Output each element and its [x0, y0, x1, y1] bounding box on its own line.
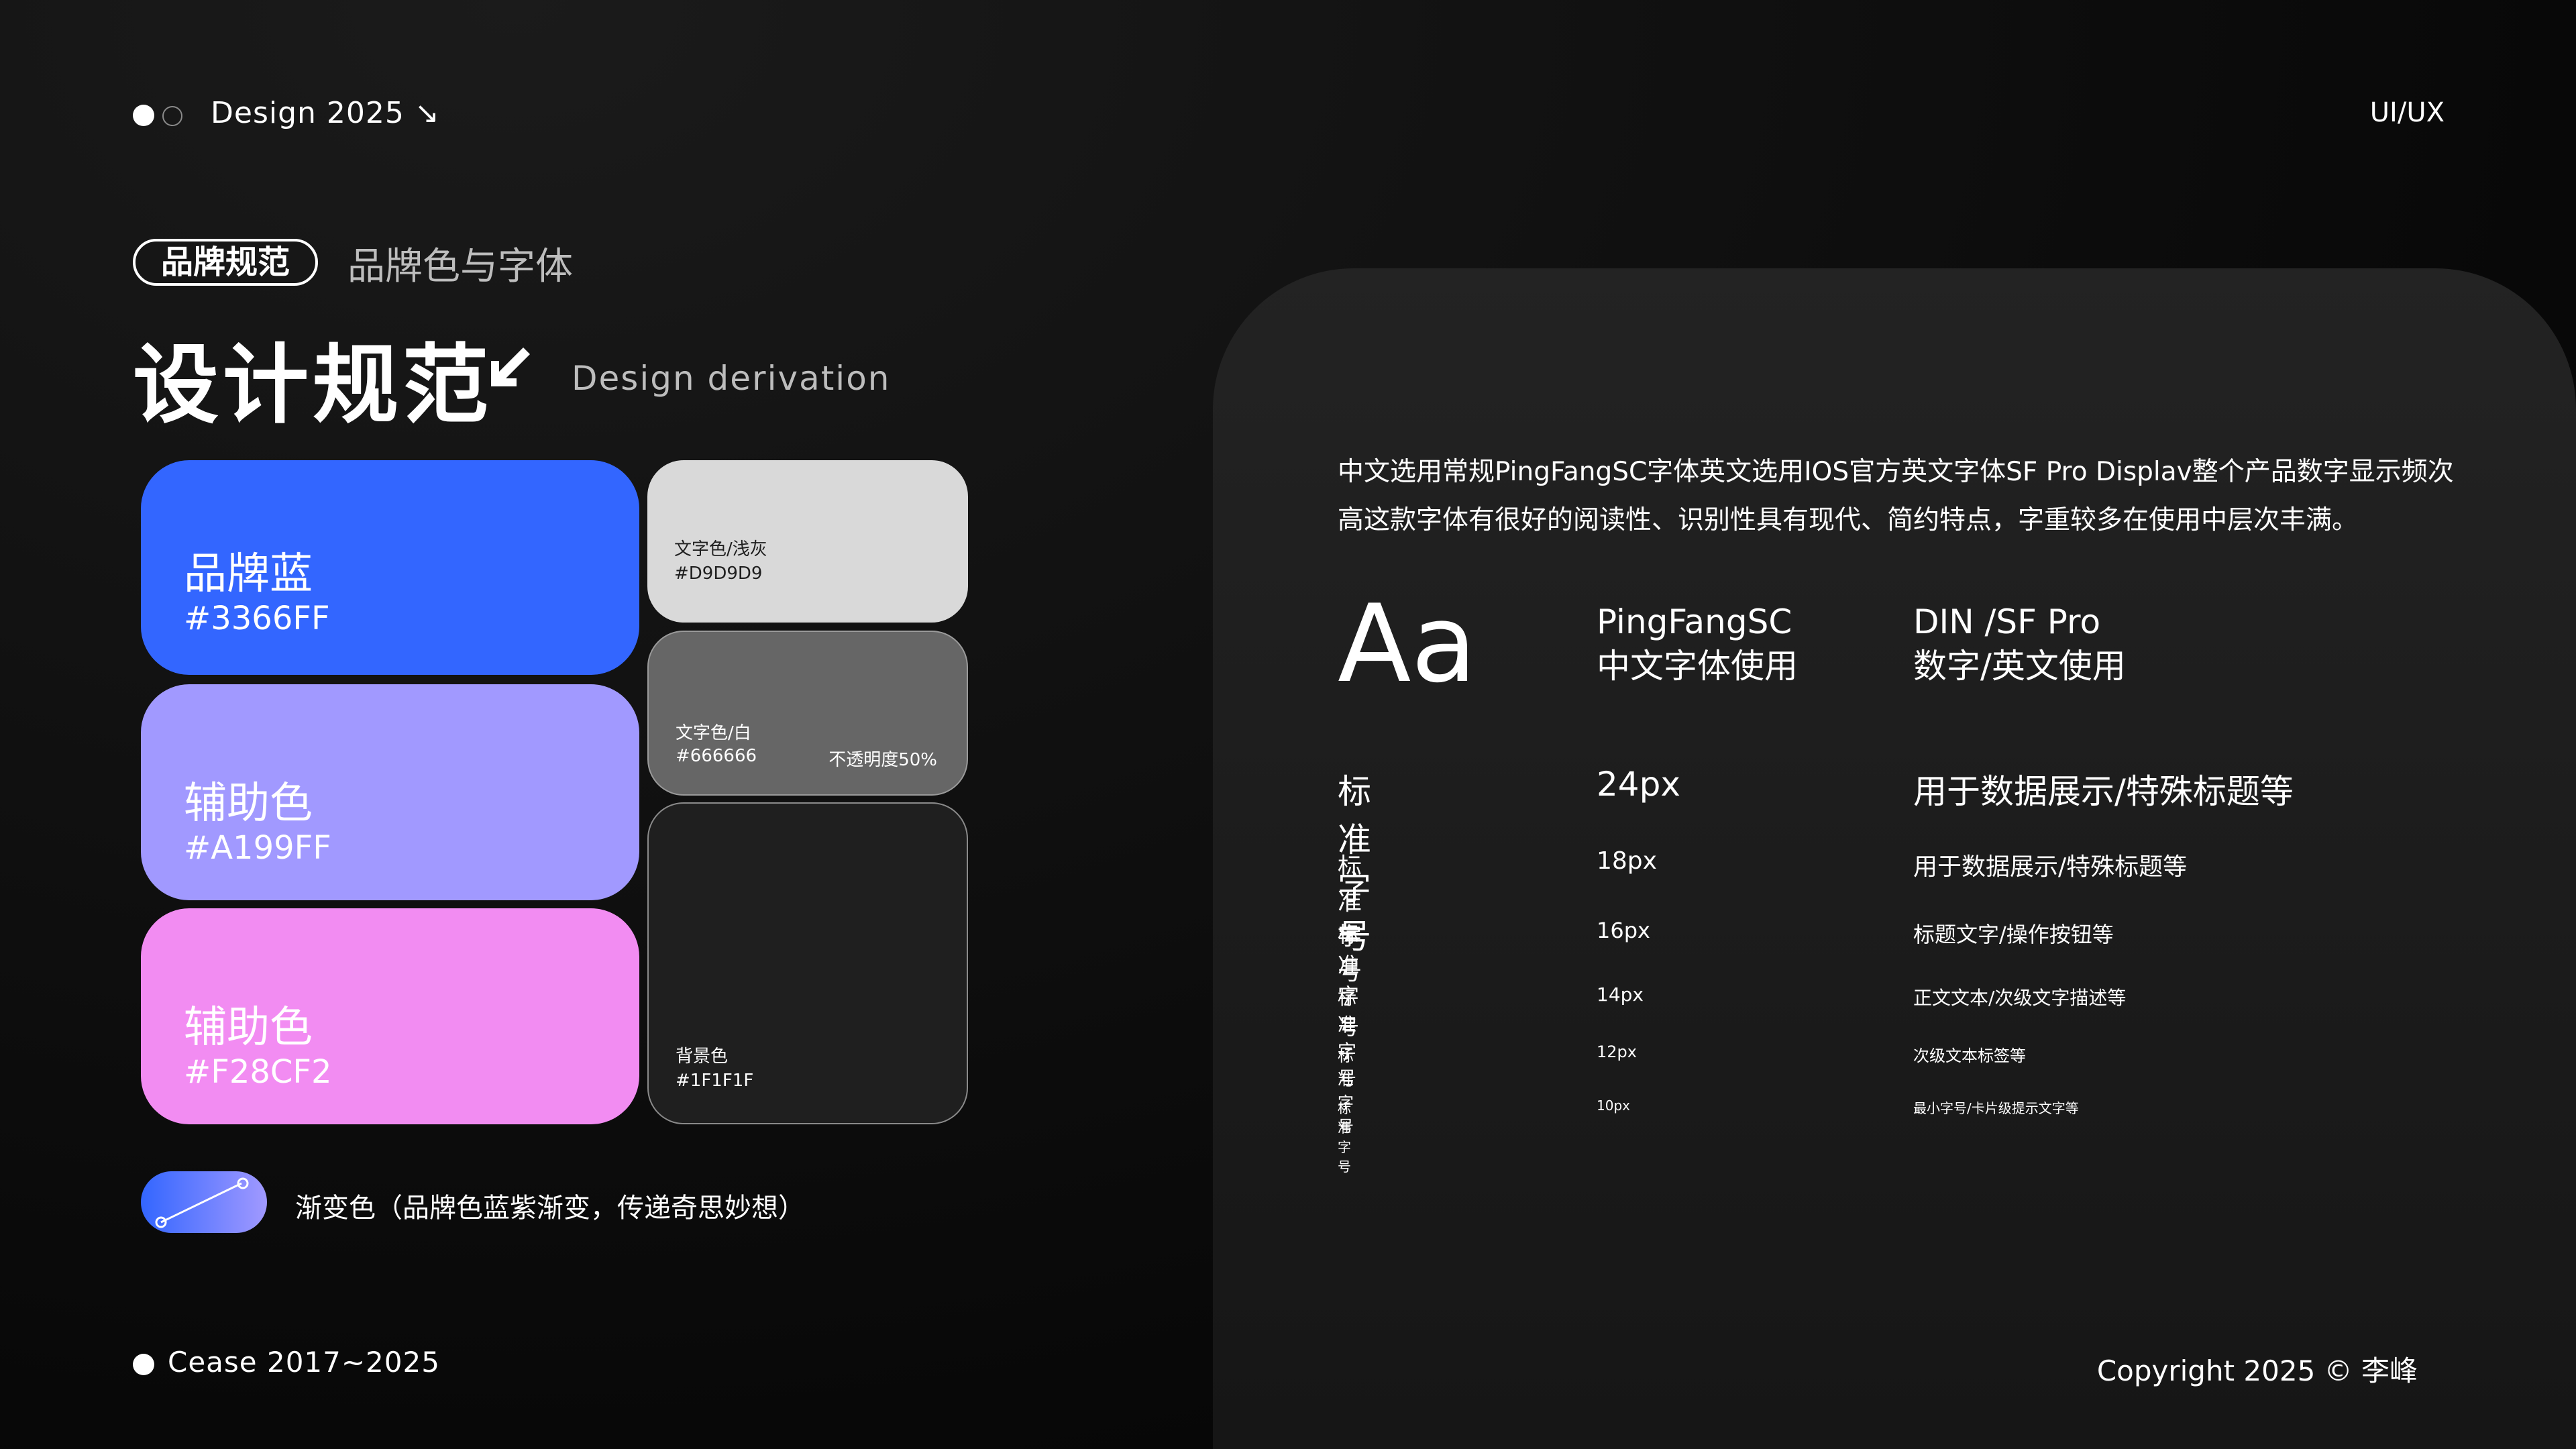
- section-tag: 品牌规范: [133, 239, 319, 286]
- type-scale-usage: 用于数据展示/特殊标题等: [1913, 772, 2294, 811]
- type-scale-usage: 标题文字/操作按钮等: [1913, 922, 2114, 947]
- font-cn-name: PingFangSC: [1597, 602, 1792, 641]
- type-scale-size: 14px: [1597, 983, 1644, 1006]
- arrow-down-left-icon: [491, 347, 530, 386]
- swatch-label: 文字色/浅灰: [674, 539, 767, 559]
- swatch-label: 背景色: [676, 1046, 729, 1067]
- swatch-label: 辅助色: [184, 1003, 313, 1053]
- font-cn-block: PingFangSC 中文字体使用: [1597, 600, 1798, 688]
- type-scale-usage: 正文文本/次级文字描述等: [1913, 987, 2127, 1009]
- typography-panel: [1213, 268, 2576, 1449]
- swatch-text-gray: 文字色/浅灰 #D9D9D9: [647, 460, 968, 623]
- swatch-opacity-note: 不透明度50%: [828, 750, 937, 770]
- swatch-label: 品牌蓝: [184, 549, 313, 599]
- page-subtitle: Design derivation: [572, 359, 891, 398]
- footer-dot: [133, 1354, 154, 1375]
- swatch-label: 辅助色: [184, 779, 313, 828]
- swatch-hex: #F28CF2: [184, 1053, 332, 1091]
- gradient-swatch: [141, 1171, 267, 1233]
- font-sample: Aa: [1338, 581, 1477, 706]
- font-en-usage: 数字/英文使用: [1913, 647, 2126, 686]
- dot-active: [133, 105, 154, 126]
- swatch-label: 文字色/白: [676, 723, 751, 743]
- gradient-direction-icon: [155, 1177, 249, 1228]
- swatch-hex: #666666: [676, 746, 757, 766]
- footer-years: Cease 2017~2025: [168, 1346, 440, 1379]
- swatch-hex: #1F1F1F: [676, 1071, 754, 1091]
- font-cn-usage: 中文字体使用: [1597, 647, 1798, 686]
- type-scale-size: 24px: [1597, 765, 1680, 804]
- font-en-name: DIN /SF Pro: [1913, 602, 2101, 641]
- dot-inactive: [162, 106, 182, 126]
- pagination-dots: [133, 105, 186, 127]
- type-scale-usage: 用于数据展示/特殊标题等: [1913, 853, 2188, 881]
- swatch-background: 背景色 #1F1F1F: [647, 802, 968, 1124]
- swatch-hex: #3366FF: [184, 600, 330, 637]
- swatch-aux-purple: 辅助色 #A199FF: [141, 684, 639, 900]
- type-scale-size: 16px: [1597, 918, 1650, 943]
- swatch-hex: #D9D9D9: [674, 564, 763, 584]
- swatch-text-white: 文字色/白 #666666 不透明度50%: [647, 631, 968, 796]
- header-title: Design 2025 ↘: [211, 96, 440, 130]
- swatch-aux-pink: 辅助色 #F28CF2: [141, 908, 639, 1124]
- type-scale-usage: 最小字号/卡片级提示文字等: [1913, 1100, 2079, 1116]
- font-en-block: DIN /SF Pro 数字/英文使用: [1913, 600, 2126, 688]
- page-title: 设计规范: [133, 335, 493, 435]
- section-tag-subtitle: 品牌色与字体: [347, 245, 573, 288]
- footer-copyright: Copyright 2025 © 李峰: [2096, 1354, 2418, 1387]
- type-scale-name: 标准字号: [1338, 1100, 1351, 1175]
- typography-description: 中文选用常规PingFangSC字体英文选用IOS官方英文字体SF Pro Di…: [1338, 457, 2454, 535]
- header-category: UI/UX: [2369, 97, 2445, 128]
- type-scale-size: 10px: [1597, 1097, 1630, 1114]
- type-scale-size: 12px: [1597, 1042, 1637, 1061]
- swatch-brand-blue: 品牌蓝 #3366FF: [141, 460, 639, 675]
- gradient-description: 渐变色（品牌色蓝紫渐变，传递奇思妙想）: [295, 1193, 805, 1224]
- swatch-hex: #A199FF: [184, 829, 331, 867]
- type-scale-size: 18px: [1597, 847, 1657, 875]
- type-scale-usage: 次级文本标签等: [1913, 1046, 2026, 1065]
